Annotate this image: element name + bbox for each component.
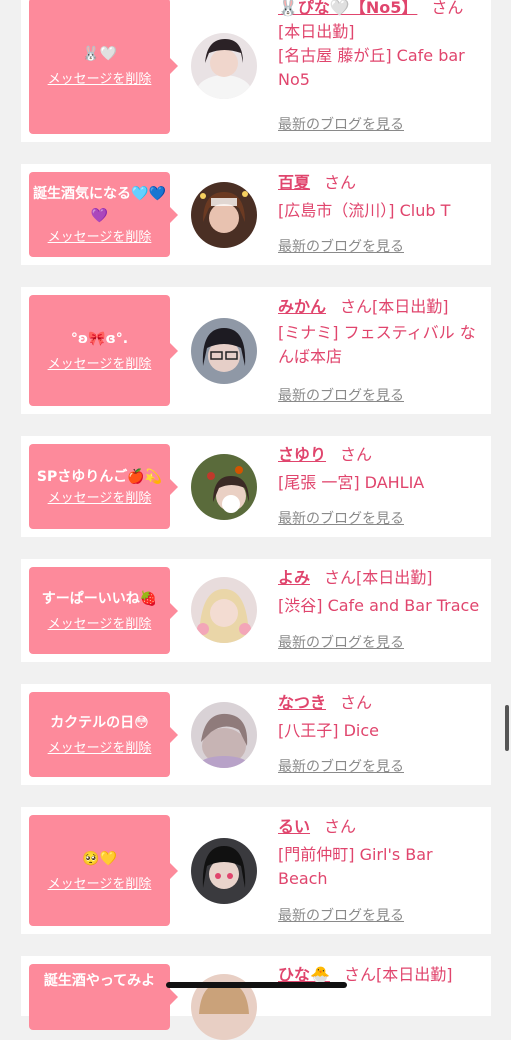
avatar[interactable] [191,702,257,768]
cast-name-link[interactable]: よみ [278,568,310,587]
message-card: カクテルの日😳 メッセージを削除 なつき さん [八王子] Dice 最新のブログ… [21,684,491,785]
latest-blog-link[interactable]: 最新のブログを見る [278,385,404,405]
delete-message-link[interactable]: メッセージを削除 [48,740,152,758]
delete-message-link[interactable]: メッセージを削除 [48,71,152,89]
message-bubble: カクテルの日😳 メッセージを削除 [29,692,178,777]
avatar-image [191,182,257,248]
message-text: SPさゆりんご🍎💫 [36,468,163,485]
message-text: 🥺💛 [82,850,117,867]
avatar-image [191,33,257,99]
honorific: さん [340,445,373,464]
cast-info: みかん さん[本日出勤] [ミナミ] フェスティバル なんば本店 [278,295,483,369]
shop-name: [門前仲町] Girl's Bar Beach [278,845,433,888]
shop-name: [広島市（流川）] Club T [278,201,451,220]
message-card: SPさゆりんご🍎💫 メッセージを削除 さゆり さん [尾張 一宮] DAHLIA … [21,436,491,537]
latest-blog-link[interactable]: 最新のブログを見る [278,114,404,134]
message-bubble: °ʚ🎀ɞ°. メッセージを削除 [29,295,178,406]
avatar[interactable] [191,182,257,248]
message-card: 🥺💛 メッセージを削除 るい さん [門前仲町] Girl's Bar Beach… [21,807,491,934]
latest-blog-link[interactable]: 最新のブログを見る [278,236,404,256]
cast-name-link[interactable]: さゆり [278,445,326,464]
latest-blog-link[interactable]: 最新のブログを見る [278,756,404,776]
attendance-status: [本日出勤] [372,297,449,316]
cast-info: るい さん [門前仲町] Girl's Bar Beach [278,815,483,891]
cast-info: 🐰ぴな🤍【No5】 さん [本日出勤] [名古屋 藤が丘] Cafe bar No… [278,0,483,92]
message-bubble: 誕生酒気になる🩵💙💜 メッセージを削除 [29,172,178,257]
honorific: さん [340,693,373,712]
avatar[interactable] [191,318,257,384]
honorific: さん [431,0,464,17]
avatar[interactable] [191,454,257,520]
honorific: さん [340,297,373,316]
delete-message-link[interactable]: メッセージを削除 [48,490,152,508]
avatar-image [191,702,257,768]
cast-info: なつき さん [八王子] Dice [278,691,483,743]
avatar-image [191,577,257,643]
delete-message-link[interactable]: メッセージを削除 [48,876,152,894]
honorific: さん [324,817,357,836]
honorific: さん [324,568,357,587]
latest-blog-link[interactable]: 最新のブログを見る [278,905,404,925]
delete-message-link[interactable]: メッセージを削除 [48,616,152,634]
shop-name: [本日出勤] [名古屋 藤が丘] Cafe bar No5 [278,22,465,89]
avatar-image [191,318,257,384]
cast-name-link[interactable]: るい [278,817,310,836]
avatar-image [191,454,257,520]
message-text: 誕生酒やってみよ [43,973,156,989]
message-text: カクテルの日😳 [50,714,149,731]
message-text: 誕生酒気になる🩵💙💜 [33,185,166,224]
shop-name: [ミナミ] フェスティバル なんば本店 [278,323,476,366]
avatar[interactable] [191,33,257,99]
avatar-image [191,838,257,904]
cast-name-link[interactable]: みかん [278,297,326,316]
delete-message-link[interactable]: メッセージを削除 [48,356,152,374]
cast-name-link[interactable]: 🐰ぴな🤍【No5】 [278,0,417,17]
message-bubble: SPさゆりんご🍎💫 メッセージを削除 [29,444,178,529]
attendance-status: [本日出勤] [375,965,453,984]
avatar[interactable] [191,577,257,643]
message-bubble: すーぱーいいね🍓 メッセージを削除 [29,567,178,654]
message-card: 誕生酒気になる🩵💙💜 メッセージを削除 百夏 さん [広島市（流川）] Club … [21,164,491,265]
delete-message-link[interactable]: メッセージを削除 [48,229,152,247]
cast-info: 百夏 さん [広島市（流川）] Club T [278,171,483,223]
avatar[interactable] [191,838,257,904]
latest-blog-link[interactable]: 最新のブログを見る [278,632,404,652]
shop-name: [尾張 一宮] DAHLIA [278,473,425,492]
message-bubble: 誕生酒やってみよ [29,964,178,1030]
message-text: すーぱーいいね🍓 [41,590,158,607]
shop-name: [八王子] Dice [278,721,379,740]
latest-blog-link[interactable]: 最新のブログを見る [278,508,404,528]
cast-info: さゆり さん [尾張 一宮] DAHLIA [278,443,483,495]
cast-info: よみ さん[本日出勤] [渋谷] Cafe and Bar Trace [278,566,483,618]
cast-name-link[interactable]: 百夏 [278,173,310,192]
message-text: 🐰🤍 [82,46,117,62]
scrollbar[interactable] [505,705,509,751]
shop-name: [渋谷] Cafe and Bar Trace [278,596,480,615]
message-text: °ʚ🎀ɞ°. [70,330,129,347]
honorific: さん [324,173,357,192]
home-indicator[interactable] [166,982,347,988]
cast-name-link[interactable]: なつき [278,693,326,712]
attendance-status: [本日出勤] [356,568,433,587]
message-card: 🐰🤍 メッセージを削除 🐰ぴな🤍【No5】 さん [本日出勤] [名古屋 藤が丘]… [21,0,491,142]
message-card: °ʚ🎀ɞ°. メッセージを削除 みかん さん[本日出勤] [ミナミ] フェスティバ… [21,287,491,414]
message-card: すーぱーいいね🍓 メッセージを削除 よみ さん[本日出勤] [渋谷] Cafe a… [21,559,491,662]
message-bubble: 🐰🤍 メッセージを削除 [29,0,178,134]
message-bubble: 🥺💛 メッセージを削除 [29,815,178,926]
honorific: さん [343,965,376,984]
